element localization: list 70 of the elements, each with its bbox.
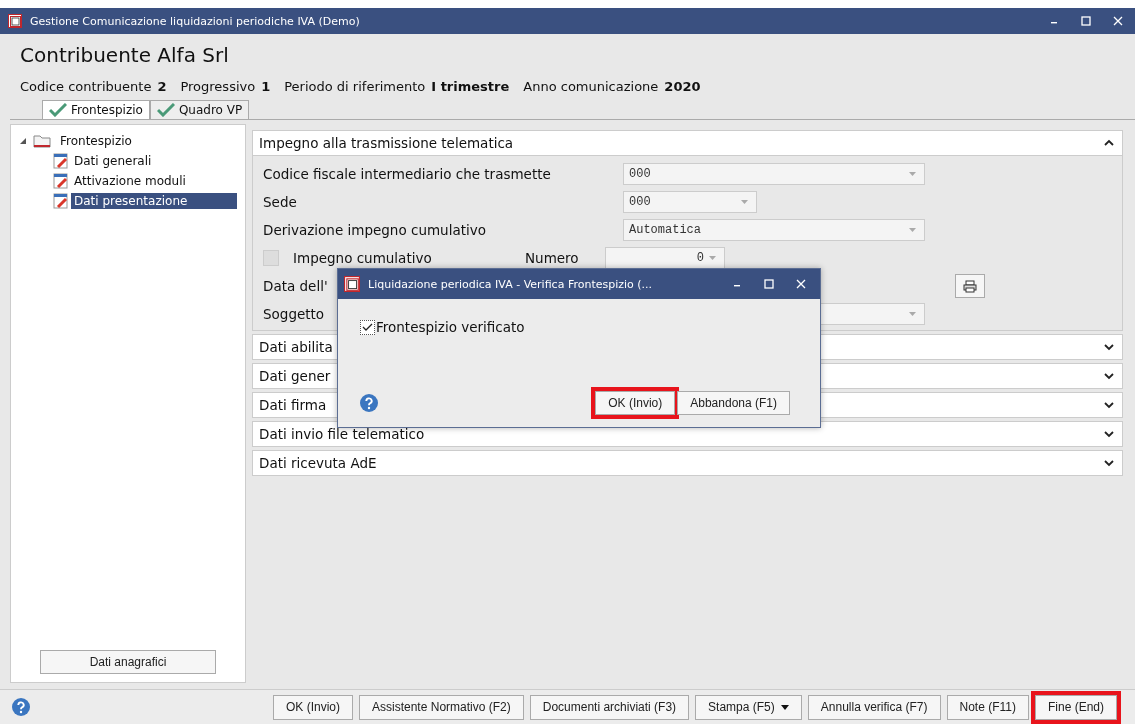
personal-data-button[interactable]: Dati anagrafici <box>40 650 216 674</box>
form-edit-icon <box>53 153 69 169</box>
help-icon[interactable] <box>12 698 30 716</box>
section-title: Dati ricevuta AdE <box>259 455 377 471</box>
window-title: Gestione Comunicazione liquidazioni periodiche IVA (Demo) <box>30 14 361 28</box>
footer-button[interactable]: Note (F11) <box>946 694 1029 720</box>
number-field[interactable]: 0 <box>605 247 725 269</box>
checkbox-label: Frontespizio verificato <box>376 319 525 335</box>
tab[interactable]: Frontespizio <box>42 100 150 119</box>
app-logo-icon <box>8 14 22 28</box>
tree-item[interactable]: Frontespizio <box>57 133 135 149</box>
field-label: Derivazione impegno cumulativo <box>263 222 486 238</box>
tree-item[interactable]: Attivazione moduli <box>71 173 189 189</box>
info-value: 2 <box>157 79 167 94</box>
footer-button[interactable]: Stampa (F5) <box>695 694 802 720</box>
footer-button[interactable]: OK (Invio) <box>273 694 353 720</box>
close-icon[interactable] <box>796 279 806 289</box>
tree-item[interactable]: Dati generali <box>71 153 155 169</box>
taxpayer-name: Contribuente Alfa Srl <box>19 42 230 67</box>
form-edit-icon <box>53 193 69 209</box>
footer-button[interactable]: Annulla verifica (F7) <box>807 694 941 720</box>
check-icon <box>156 103 175 117</box>
info-label: Anno comunicazione <box>523 79 659 94</box>
field-label: Data dell' <box>263 278 328 294</box>
dialog-title: Liquidazione periodica IVA - Verifica Frontespizio (... <box>368 277 654 291</box>
tree-item[interactable]: Dati presentazione <box>71 193 237 209</box>
footer-button[interactable]: Assistente Normativo (F2) <box>359 694 524 720</box>
help-icon[interactable] <box>360 394 378 412</box>
section-title: Dati gener <box>259 368 331 384</box>
folder-icon <box>33 134 51 148</box>
chevron-icon[interactable] <box>1104 459 1114 467</box>
caret-icon <box>780 704 789 710</box>
dialog-button[interactable]: Abbandona (F1) <box>677 391 790 415</box>
collapse-arrow-icon[interactable] <box>19 137 27 145</box>
info-value: 2020 <box>664 79 701 94</box>
info-value: I trimestre <box>431 79 510 94</box>
printer-icon <box>963 279 977 293</box>
section-title: Dati abilita <box>259 339 333 355</box>
section-header[interactable]: Impegno alla trasmissione telematica <box>252 130 1123 156</box>
info-value: 1 <box>261 79 271 94</box>
chevron-icon[interactable] <box>1104 139 1114 147</box>
form-edit-icon <box>53 173 69 189</box>
info-label: Progressivo <box>180 79 256 94</box>
info-label: Periodo di riferimento <box>284 79 426 94</box>
chevron-icon[interactable] <box>1104 401 1114 409</box>
field-label: Sede <box>263 194 297 210</box>
chevron-icon[interactable] <box>1104 372 1114 380</box>
field-label: Codice fiscale intermediario che trasmette <box>263 166 551 182</box>
print-button[interactable] <box>955 274 985 298</box>
section-title: Dati firma <box>259 397 327 413</box>
maximize-icon[interactable] <box>1081 16 1091 26</box>
maximize-icon[interactable] <box>764 279 774 289</box>
chevron-icon[interactable] <box>1104 343 1114 351</box>
section-title: Impegno alla trasmissione telematica <box>259 135 514 151</box>
chevron-icon[interactable] <box>1104 430 1114 438</box>
field-label: Impegno cumulativo <box>293 250 432 266</box>
footer-button[interactable]: Documenti archiviati (F3) <box>529 694 690 720</box>
section-title: Dati invio file telematico <box>259 426 425 442</box>
field-label: Soggetto <box>263 306 325 322</box>
info-label: Codice contribuente <box>20 79 152 94</box>
check-icon <box>49 103 67 117</box>
checkbox[interactable] <box>360 319 375 335</box>
app-logo-icon <box>344 276 360 292</box>
tab[interactable]: Quadro VP <box>149 100 250 119</box>
dropdown-field[interactable]: 000 <box>623 163 925 185</box>
dropdown-field[interactable]: 000 <box>623 191 757 213</box>
field-label: Numero <box>525 250 579 266</box>
dropdown-field[interactable]: Automatica <box>623 219 925 241</box>
close-icon[interactable] <box>1113 16 1123 26</box>
section-header[interactable]: Dati ricevuta AdE <box>252 450 1123 476</box>
